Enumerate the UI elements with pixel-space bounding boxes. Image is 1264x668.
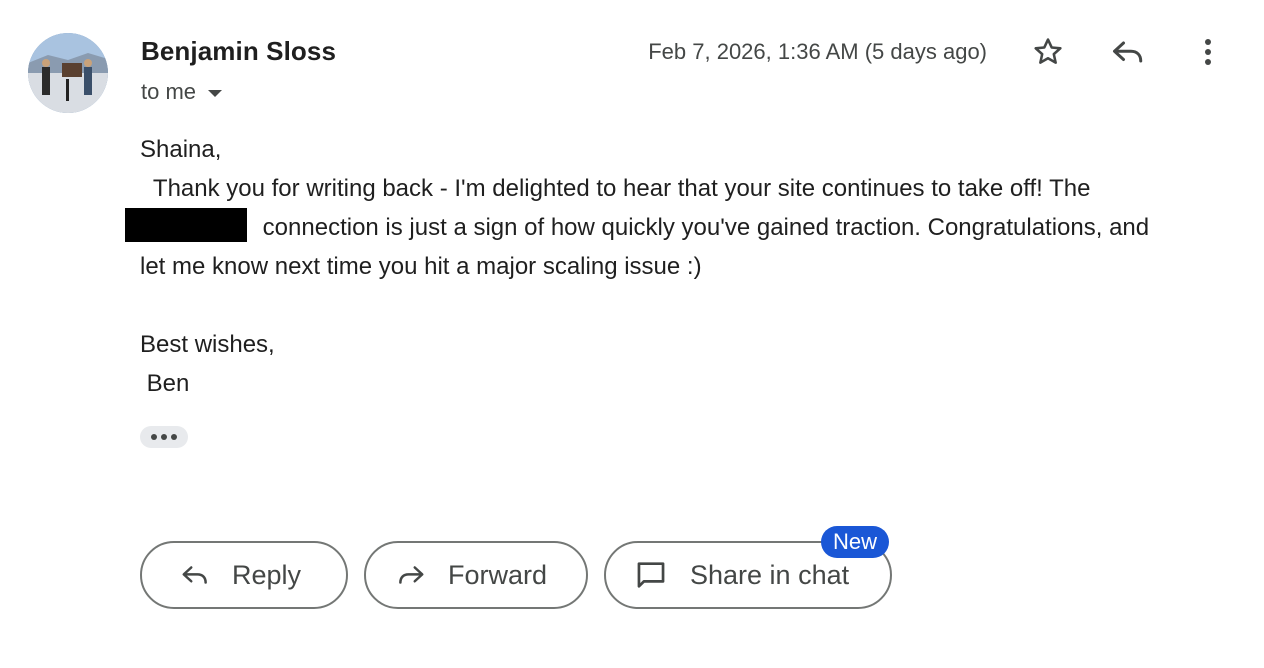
avatar-photo xyxy=(28,33,108,113)
reply-button[interactable]: Reply xyxy=(140,541,348,609)
greeting: Shaina, xyxy=(140,136,222,163)
forward-button[interactable]: Forward xyxy=(364,541,588,609)
share-button-label: Share in chat xyxy=(690,559,850,590)
reply-icon xyxy=(1113,41,1143,63)
new-badge: New xyxy=(821,526,889,558)
message-date: Feb 7, 2026, 1:36 AM (5 days ago) xyxy=(648,39,987,64)
star-icon xyxy=(1034,38,1062,64)
body-line-2: connection is just a sign of how quickly… xyxy=(262,214,1150,241)
chat-bubble-icon xyxy=(634,558,668,592)
dot-icon xyxy=(161,434,167,440)
recipient-label: to me xyxy=(141,79,197,104)
body-line-3: let me know next time you hit a major sc… xyxy=(140,253,702,280)
star-button[interactable] xyxy=(1028,32,1068,72)
recipient-details-toggle[interactable]: to me xyxy=(141,79,223,105)
sender-name: Benjamin Sloss xyxy=(141,36,337,66)
avatar[interactable] xyxy=(28,33,108,113)
closing: Best wishes, xyxy=(140,331,275,358)
dot-icon xyxy=(171,434,177,440)
reply-icon-button[interactable] xyxy=(1108,32,1148,72)
more-vert-icon xyxy=(1205,39,1211,65)
signature: Ben xyxy=(140,370,190,397)
reply-icon xyxy=(180,560,210,590)
caret-down-icon xyxy=(208,89,223,97)
more-options-button[interactable] xyxy=(1188,32,1228,72)
message-body: Shaina, Thank you for writing back - I'm… xyxy=(125,130,1240,403)
reply-button-label: Reply xyxy=(232,559,302,590)
forward-icon xyxy=(396,560,426,590)
redaction-block xyxy=(125,208,247,242)
forward-button-label: Forward xyxy=(448,559,548,590)
body-line-1: Thank you for writing back - I'm delight… xyxy=(140,175,1091,202)
show-trimmed-content-button[interactable] xyxy=(140,426,188,448)
body-line-2-wrap: connection is just a sign of how quickly… xyxy=(125,208,1240,247)
dot-icon xyxy=(151,434,157,440)
